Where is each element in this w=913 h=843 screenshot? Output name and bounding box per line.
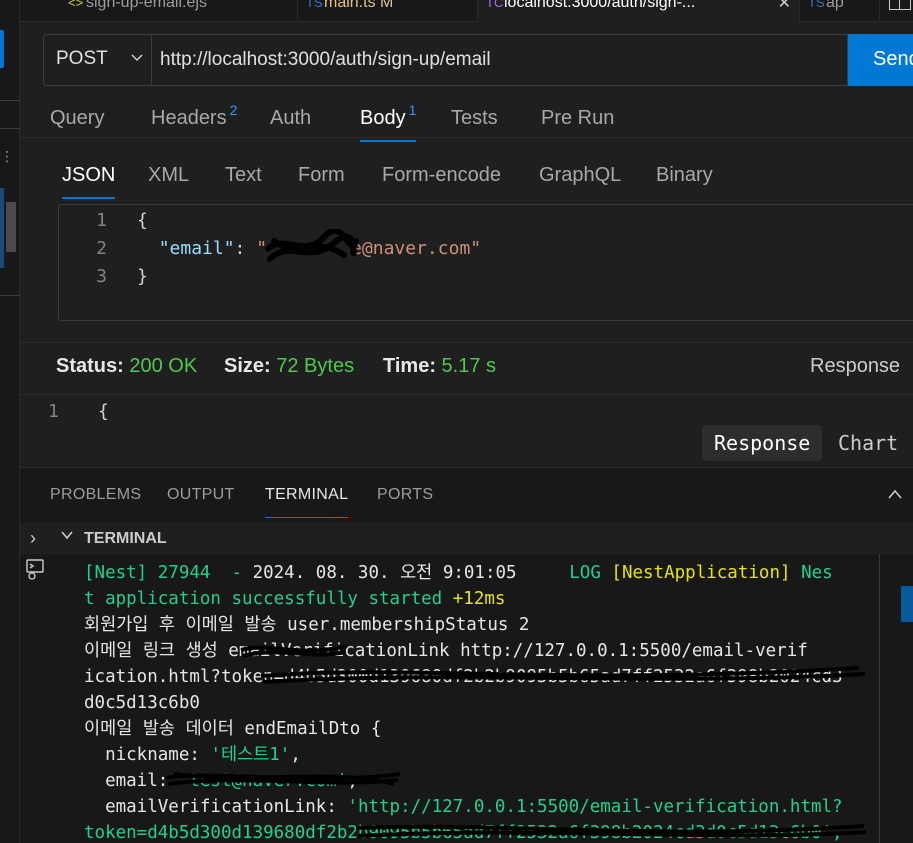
terminal-line: ication.html?token=d4b5d300d139680df2b2b… xyxy=(84,667,843,687)
line-number: 2 xyxy=(96,238,107,259)
tab-text[interactable]: Text xyxy=(225,164,262,187)
terminal-line: t application successfully started +12ms xyxy=(84,589,506,609)
request-tabs: Query Headers 2 Auth Body 1 Tests Pre Run xyxy=(20,98,913,142)
terminal-line: email: 'test@naver.com', xyxy=(84,771,358,791)
scroll-track xyxy=(0,188,4,268)
line-number: 1 xyxy=(96,210,107,231)
tab-form[interactable]: Form xyxy=(298,164,345,187)
tab-body[interactable]: Body 1 xyxy=(360,102,417,142)
divider xyxy=(0,295,20,296)
tab-problems[interactable]: PROBLEMS xyxy=(50,486,141,504)
chevron-down-icon xyxy=(61,531,73,540)
tab-ap[interactable]: TS ap xyxy=(800,0,880,22)
tab-auth[interactable]: Auth xyxy=(270,107,311,130)
typescript-file-icon: TS xyxy=(306,0,323,10)
split-editor-icon[interactable] xyxy=(889,0,911,10)
bottom-panel: PROBLEMS OUTPUT TERMINAL PORTS › TERMINA… xyxy=(20,467,913,843)
json-key: "email" xyxy=(158,238,235,259)
headers-count-badge: 2 xyxy=(229,102,238,118)
chevron-up-icon[interactable] xyxy=(887,488,903,500)
tab-headers[interactable]: Headers 2 xyxy=(151,102,237,130)
terminal-line: 이메일 링크 생성 emailVerificationLink http://1… xyxy=(84,641,808,661)
terminal-divider xyxy=(879,554,880,843)
tab-terminal[interactable]: TERMINAL xyxy=(265,486,349,518)
terminal-line: nickname: '테스트1', xyxy=(84,745,301,765)
divider xyxy=(0,128,20,129)
method-select[interactable]: POST xyxy=(43,34,151,86)
terminal-title: TERMINAL xyxy=(84,530,167,547)
chevron-right-icon[interactable]: › xyxy=(30,528,36,549)
tab-response[interactable]: Response xyxy=(702,425,823,461)
line-number: 3 xyxy=(96,266,107,287)
size-info: Size: 72 Bytes xyxy=(224,355,355,377)
tab-ports[interactable]: PORTS xyxy=(377,486,433,504)
menu-icon[interactable]: ⋮ xyxy=(0,148,14,165)
typescript-file-icon: TS xyxy=(808,0,825,10)
tab-json[interactable]: JSON xyxy=(62,164,116,199)
terminal-line: [Nest] 27944 - 2024. 08. 30. 오전 9:01:05 … xyxy=(84,563,833,583)
tab-query[interactable]: Query xyxy=(50,107,104,130)
terminal-line: token=d4b5d300d139680df2b2b9095b5b65ad7f… xyxy=(84,823,843,843)
tab-sign-up-email[interactable]: <> sign-up-email.ejs xyxy=(60,0,298,22)
chevron-down-icon xyxy=(131,54,143,62)
tab-label: localhost:3000/auth/sign-... xyxy=(504,0,696,11)
json-value: e@naver.com" xyxy=(351,238,482,259)
tab-output[interactable]: OUTPUT xyxy=(167,486,235,504)
tab-label: main.ts M xyxy=(324,0,394,11)
code-line: { xyxy=(98,401,109,422)
tab-form-encode[interactable]: Form-encode xyxy=(382,164,501,187)
terminal-line: 이메일 발송 데이터 endEmailDto { xyxy=(84,719,382,739)
terminal-section-header[interactable]: › TERMINAL xyxy=(20,522,913,554)
send-button[interactable]: Send xyxy=(848,34,913,86)
tab-chart[interactable]: Chart xyxy=(826,425,910,461)
scrollbar-thumb[interactable] xyxy=(6,202,16,252)
terminal-debug-icon[interactable] xyxy=(24,556,48,582)
active-indicator xyxy=(0,30,4,68)
activity-bar: ⋮ xyxy=(0,0,20,843)
terminal-scrollbar[interactable] xyxy=(901,586,913,622)
terminal-line: 회원가입 후 이메일 발송 user.membershipStatus 2 xyxy=(84,615,530,635)
divider xyxy=(0,100,20,101)
response-status-bar: Status: 200 OK Size: 72 Bytes Time: 5.17… xyxy=(20,342,913,392)
response-heading: Response xyxy=(810,355,901,377)
terminal-output[interactable]: [Nest] 27944 - 2024. 08. 30. 오전 9:01:05 … xyxy=(64,554,879,843)
body-type-tabs: JSON XML Text Form Form-encode GraphQL B… xyxy=(20,154,913,199)
code-line: { xyxy=(137,210,148,231)
tab-thunder-client-request[interactable]: TC localhost:3000/auth/sign-... ✕ xyxy=(478,0,800,22)
code-line: } xyxy=(137,266,148,287)
method-value: POST xyxy=(56,48,108,69)
line-number: 1 xyxy=(48,401,59,422)
request-panel: POST http://localhost:3000/auth/sign-up/… xyxy=(20,22,913,467)
json-body-editor[interactable]: 1 2 3 { "email": " e@naver.com" } xyxy=(58,204,913,321)
tab-binary[interactable]: Binary xyxy=(656,164,713,187)
tab-pre-run[interactable]: Pre Run xyxy=(541,107,614,130)
status-info: Status: 200 OK xyxy=(56,355,198,377)
response-body: 1 { Response Chart xyxy=(20,394,913,467)
tab-label: ap xyxy=(826,0,844,11)
thunder-icon: TC xyxy=(486,0,504,10)
terminal-line: emailVerificationLink: 'http://127.0.0.1… xyxy=(84,797,843,817)
tab-graphql[interactable]: GraphQL xyxy=(539,164,621,187)
close-icon[interactable]: ✕ xyxy=(778,0,791,12)
time-info: Time: 5.17 s xyxy=(383,355,497,377)
editor-tab-bar: <> sign-up-email.ejs TS main.ts M TC loc… xyxy=(20,0,913,22)
tab-main-ts[interactable]: TS main.ts M xyxy=(298,0,478,22)
tab-xml[interactable]: XML xyxy=(148,164,189,187)
url-input[interactable]: http://localhost:3000/auth/sign-up/email xyxy=(151,34,848,86)
tab-label: sign-up-email.ejs xyxy=(86,0,207,11)
terminal-line: d0c5d13c6b0 xyxy=(84,693,200,713)
ejs-file-icon: <> xyxy=(68,0,84,10)
redaction-scribble xyxy=(265,229,359,262)
panel-tabs: PROBLEMS OUTPUT TERMINAL PORTS xyxy=(20,468,913,520)
tab-tests[interactable]: Tests xyxy=(451,107,498,130)
body-count-badge: 1 xyxy=(408,102,417,118)
